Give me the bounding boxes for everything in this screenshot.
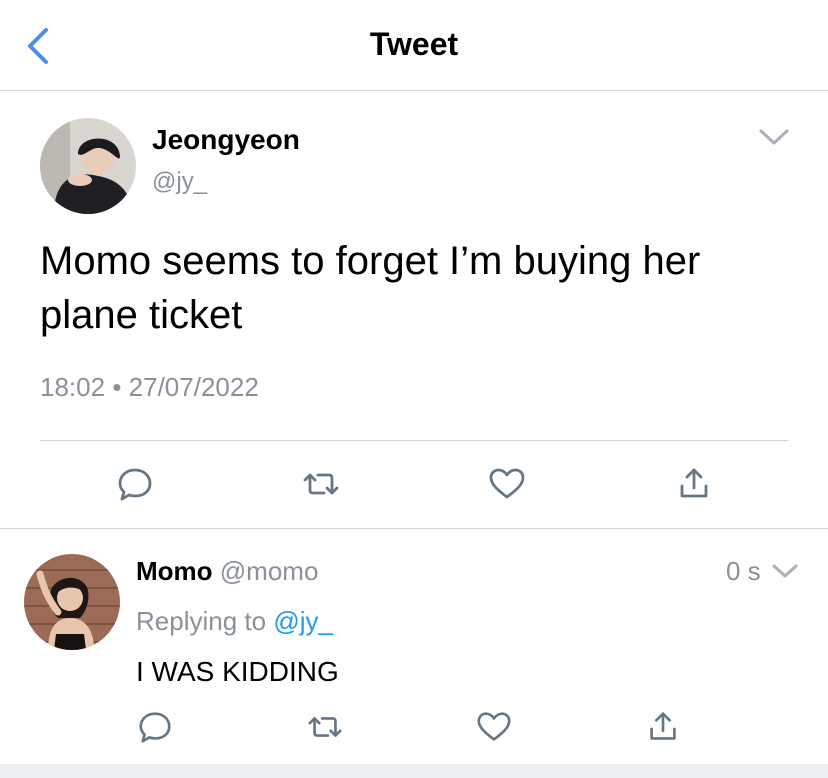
heart-icon: [477, 712, 511, 741]
meta-separator: •: [112, 372, 122, 402]
share-icon: [680, 468, 708, 498]
like-button[interactable]: [486, 464, 528, 504]
chevron-down-icon: [759, 129, 789, 145]
tweet-menu-button[interactable]: [756, 124, 792, 148]
replying-to-label: Replying to: [136, 606, 267, 636]
tweet-text: Momo seems to forget I’m buying her plan…: [40, 239, 701, 337]
tweet-date: 27/07/2022: [128, 372, 259, 402]
reply-like-button[interactable]: [474, 708, 514, 746]
reply-author-name[interactable]: Momo: [136, 556, 213, 586]
share-button[interactable]: [674, 464, 714, 504]
replying-to: Replying to @jy_: [136, 606, 333, 637]
retweet-icon: [303, 473, 339, 495]
comment-icon: [118, 468, 152, 501]
avatar-image: [40, 118, 136, 214]
reply-author-handle[interactable]: @momo: [220, 556, 319, 586]
reply-header: Momo @momo: [136, 556, 318, 587]
retweet-icon: [308, 717, 342, 737]
page-title: Tweet: [369, 26, 459, 62]
avatar-image: [24, 554, 120, 650]
reply-share-button[interactable]: [644, 708, 682, 746]
reply-menu-button[interactable]: [770, 560, 800, 582]
share-icon: [650, 712, 676, 740]
reply-reply-button[interactable]: [136, 708, 174, 746]
reply-retweet-button[interactable]: [304, 708, 346, 746]
avatar-jeongyeon[interactable]: [40, 118, 136, 214]
reply-text: I WAS KIDDING: [136, 656, 339, 687]
bottom-strip: [0, 764, 828, 778]
divider: [40, 440, 788, 441]
replying-to-handle[interactable]: @jy_: [273, 606, 333, 636]
tweet-time: 18:02: [40, 372, 106, 402]
tweet-timestamp: 18:02 • 27/07/2022: [40, 372, 259, 403]
author-name[interactable]: Jeongyeon: [152, 124, 300, 156]
chevron-down-icon: [772, 564, 798, 578]
heart-icon: [489, 468, 525, 499]
reply-age: 0 s: [726, 556, 761, 586]
author-handle[interactable]: @jy_: [152, 168, 207, 196]
comment-icon: [139, 712, 171, 743]
reply-button[interactable]: [115, 464, 155, 504]
retweet-button[interactable]: [299, 464, 343, 504]
avatar-momo[interactable]: [24, 554, 120, 650]
section-divider: [0, 528, 828, 529]
